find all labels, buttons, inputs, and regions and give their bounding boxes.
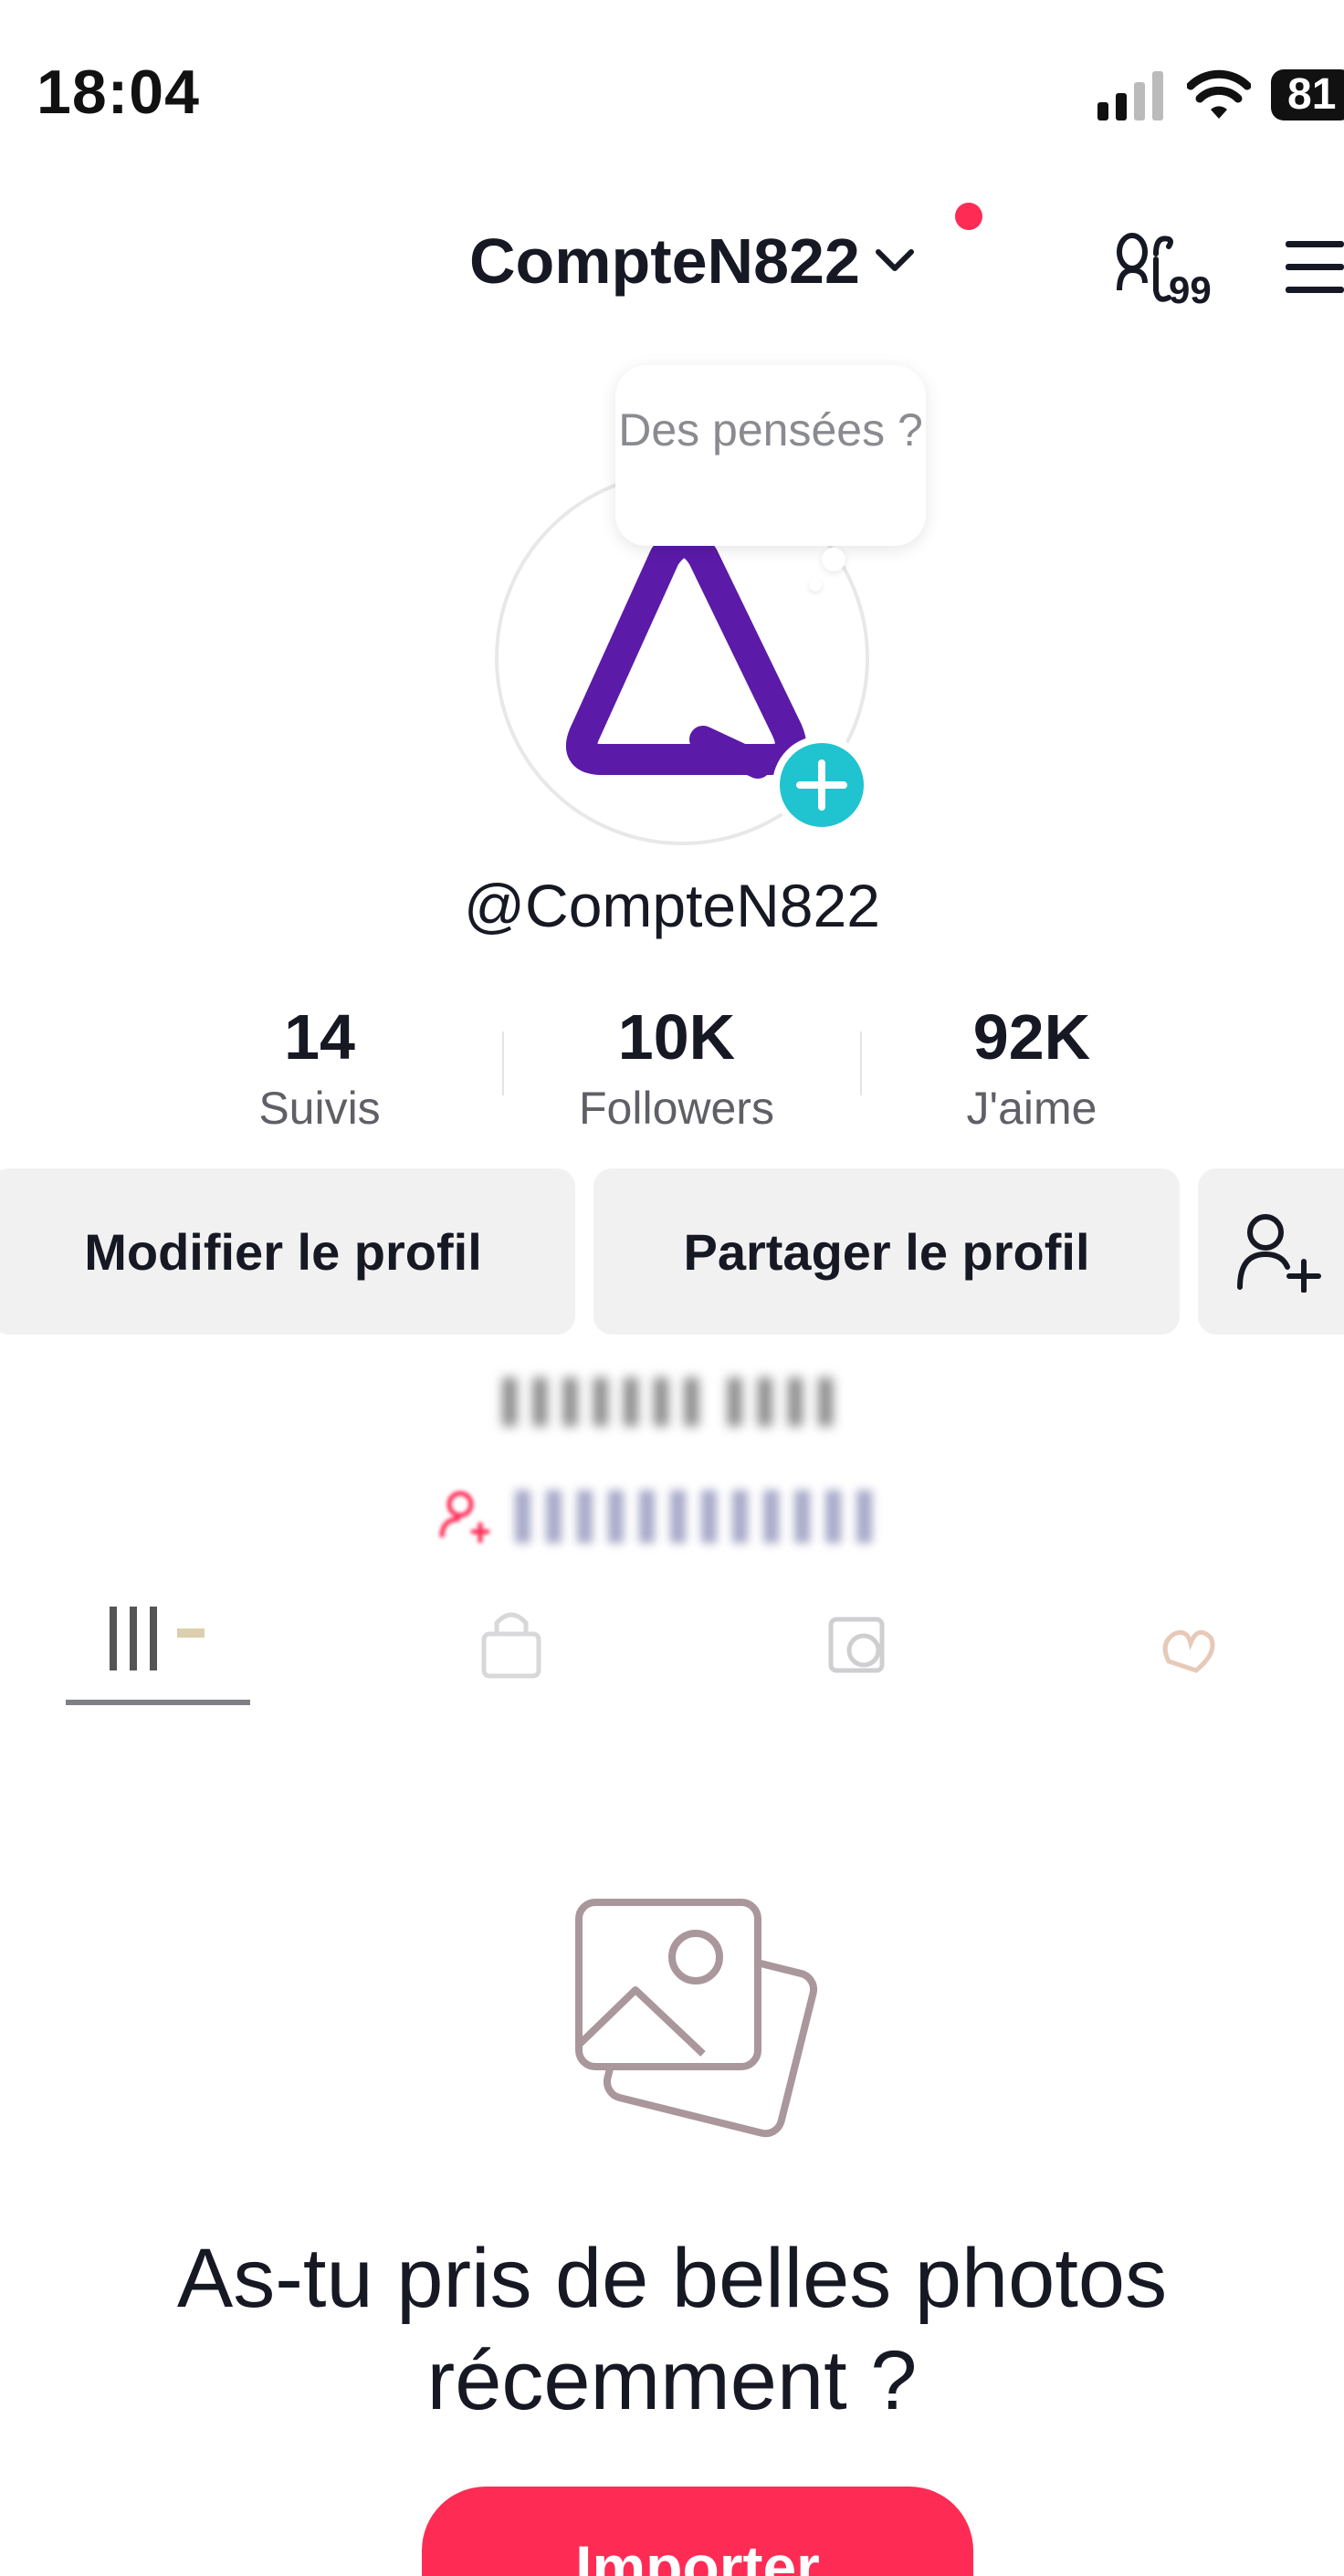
bio-blurred: ▌▌▌▌▌▌▌ ▌▌▌▌ (502, 1378, 849, 1423)
chevron-down-icon (875, 249, 914, 271)
header-username: CompteN822 (469, 225, 860, 297)
stat-divider (860, 1031, 862, 1095)
wifi-icon (1187, 69, 1251, 119)
friends-icon[interactable]: 99 (1112, 226, 1229, 310)
grid-icon[interactable] (100, 1597, 210, 1689)
stat-label: Suivis (258, 1083, 381, 1134)
import-button[interactable]: Importer (422, 2487, 973, 2576)
status-bar: 18:04 81 (0, 0, 1344, 183)
stat-followers[interactable]: 10K Followers (540, 995, 814, 1137)
profile-handle: @CompteN822 (464, 872, 880, 939)
menu-icon[interactable] (1282, 236, 1344, 299)
battery-level: 81 (1287, 70, 1337, 119)
plus-icon (796, 759, 847, 811)
repost-icon[interactable] (803, 1597, 913, 1689)
stat-value: 10K (617, 1001, 736, 1073)
svg-text:99: 99 (1169, 268, 1212, 310)
thought-bubble-text: Des pensées ? (618, 404, 923, 456)
photos-icon (575, 1899, 818, 2138)
add-story-button[interactable] (772, 736, 871, 834)
notification-dot (955, 203, 982, 230)
account-switcher[interactable]: CompteN822 (469, 225, 917, 298)
status-time: 18:04 (37, 58, 200, 127)
battery-icon: 81 (1271, 69, 1344, 120)
add-friend-button[interactable] (1198, 1168, 1344, 1335)
empty-state-title: As-tu pris de belles photos récemment ? (176, 2232, 1168, 2427)
add-user-icon (1237, 1214, 1321, 1293)
liked-icon[interactable] (1132, 1597, 1242, 1689)
bubble-dot (822, 548, 845, 571)
share-profile-button[interactable]: Partager le profil (593, 1168, 1180, 1335)
bubble-dot (809, 579, 822, 592)
studio-text-blurred: ▌▌▌▌▌▌▌▌▌▌▌▌ (515, 1491, 888, 1540)
stat-label: Followers (579, 1083, 774, 1134)
thought-bubble[interactable]: Des pensées ? (615, 365, 926, 546)
stat-likes[interactable]: 92K J'aime (895, 995, 1169, 1137)
signal-icon (1097, 71, 1163, 120)
lock-icon[interactable] (457, 1597, 566, 1689)
stat-following[interactable]: 14 Suivis (183, 995, 457, 1137)
profile-stats: 14 Suivis 10K Followers 92K J'aime (146, 995, 1150, 1141)
tab-active-indicator (66, 1700, 250, 1705)
stat-label: J'aime (966, 1083, 1097, 1134)
stat-value: 14 (284, 1001, 355, 1073)
studio-icon (439, 1491, 489, 1543)
stat-divider (502, 1031, 504, 1095)
studio-link[interactable]: ▌▌▌▌▌▌▌▌▌▌▌▌ (438, 1479, 895, 1552)
edit-profile-button[interactable]: Modifier le profil (0, 1168, 575, 1335)
stat-value: 92K (972, 1001, 1091, 1073)
